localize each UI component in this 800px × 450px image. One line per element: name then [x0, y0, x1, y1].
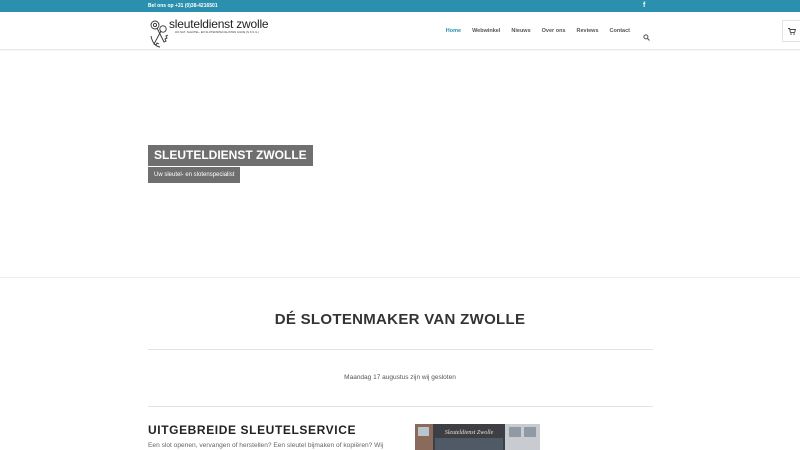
service-text: Een slot openen, vervangen of herstellen… [148, 442, 384, 449]
page-heading: DÉ SLOTENMAKER VAN ZWOLLE [274, 311, 526, 328]
nav-item-contact[interactable]: Contact [610, 28, 630, 34]
closure-notice: Maandag 17 augustus zijn wij gesloten [344, 374, 456, 381]
hero-title: SLEUTELDIENST ZWOLLE [148, 145, 313, 166]
logo-title: sleuteldienst zwolle [169, 17, 269, 31]
cart-button[interactable] [782, 20, 800, 42]
nav-item-over-ons[interactable]: Over ons [542, 28, 566, 34]
hero-banner: SLEUTELDIENST ZWOLLE Uw sleutel- en slot… [0, 51, 800, 278]
shop-sign-text: Sleuteldienst Zwolle [445, 430, 494, 436]
nav-item-reviews[interactable]: Reviews [577, 28, 599, 34]
search-icon[interactable] [643, 28, 650, 41]
phone-number[interactable]: Bel ons op +31 (0)38-4216501 [148, 2, 218, 10]
site-logo[interactable]: sleuteldienst zwolle LID NAT. SLEUTEL- E… [148, 16, 269, 48]
shop-front-photo: Sleuteldienst Zwolle [415, 424, 540, 450]
hero-subtitle: Uw sleutel- en slotenspecialist [148, 167, 241, 183]
logo-subtitle: LID NAT. SLEUTEL- EN SLOTENSPECIALISTEN … [175, 31, 260, 34]
main-navigation: Home Webwinkel Nieuws Over ons Reviews C… [435, 12, 650, 50]
shopping-cart-icon [788, 28, 796, 35]
divider [148, 406, 653, 407]
nav-item-nieuws[interactable]: Nieuws [511, 28, 530, 34]
service-title: UITGEBREIDE SLEUTELSERVICE [148, 423, 357, 437]
top-bar: Bel ons op +31 (0)38-4216501 f [0, 0, 800, 12]
divider [148, 349, 653, 350]
facebook-icon[interactable]: f [643, 1, 645, 11]
nav-item-webwinkel[interactable]: Webwinkel [472, 28, 500, 34]
nav-item-home[interactable]: Home [446, 28, 461, 34]
site-header: sleuteldienst zwolle LID NAT. SLEUTEL- E… [0, 12, 800, 50]
